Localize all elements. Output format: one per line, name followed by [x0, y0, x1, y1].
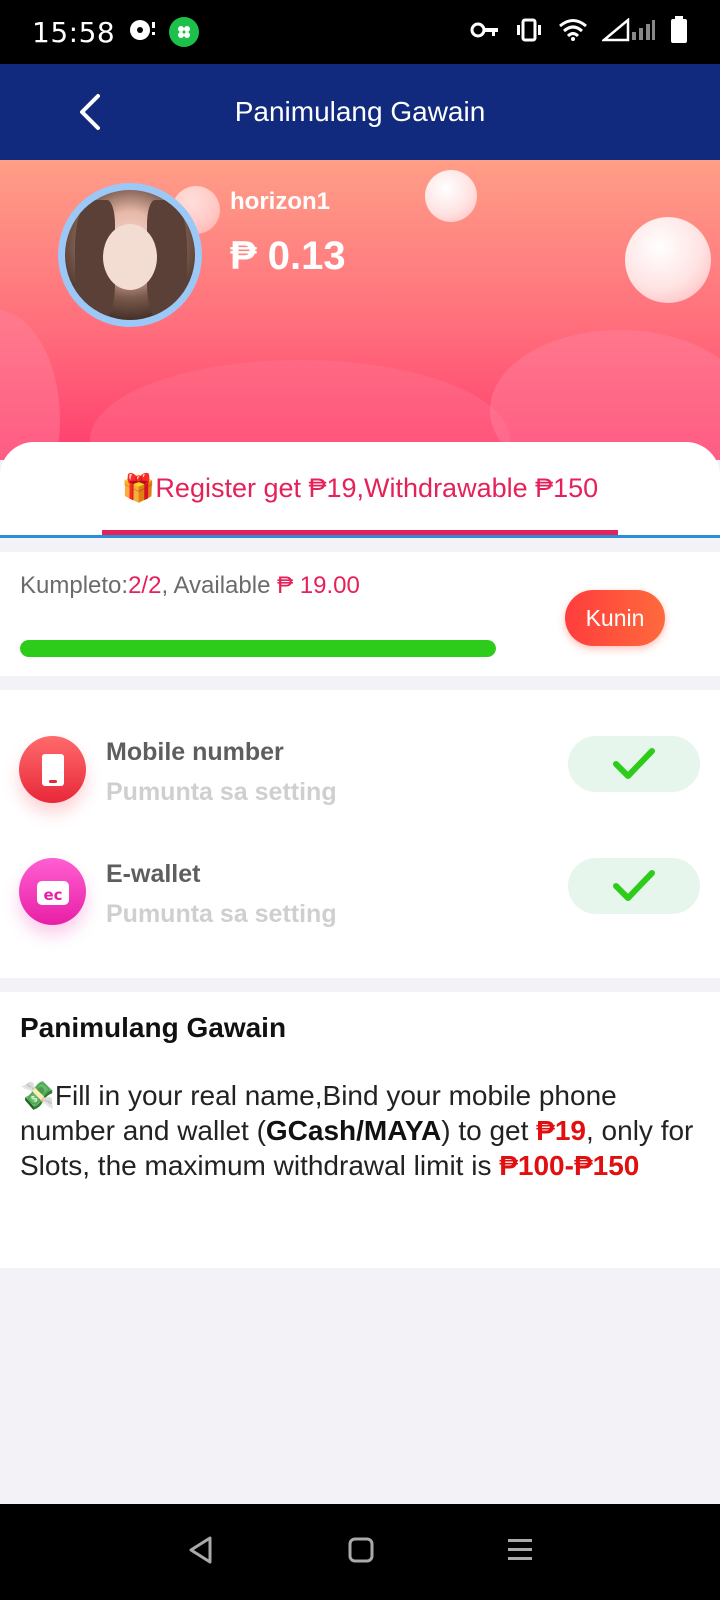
wallet-icon: ec — [19, 858, 86, 925]
check-icon — [613, 748, 655, 779]
task-title: E-wallet — [106, 860, 201, 888]
progress-count: 2/2 — [128, 572, 162, 599]
progress-card: Kumpleto:2/2, Available ₱ 19.00 Kunin — [0, 552, 720, 676]
withdraw-limit: ₱100-₱150 — [499, 1150, 640, 1181]
task-e-wallet[interactable]: ec E-wallet Pumunta sa setting — [0, 858, 720, 968]
available-label: , Available — [161, 572, 278, 599]
decor-blob — [490, 330, 720, 460]
description-text: 💸Fill in your real name,Bind your mobile… — [20, 1080, 694, 1181]
vibrate-icon — [514, 18, 544, 47]
description-title: Panimulang Gawain — [20, 1012, 287, 1043]
task-tab-bar: 🎁Register get ₱19,Withdrawable ₱150 — [0, 442, 720, 538]
task-list: Mobile number Pumunta sa setting ec E-wa… — [0, 690, 720, 978]
back-button[interactable] — [66, 88, 114, 136]
chevron-left-icon — [80, 94, 100, 130]
wallet-names: GCash/MAYA — [265, 1115, 442, 1146]
description-card: Panimulang Gawain 💸Fill in your real nam… — [0, 992, 720, 1268]
balance: ₱ 0.13 — [230, 234, 346, 278]
progress-bar-fill — [20, 640, 496, 657]
phone-icon — [19, 736, 86, 803]
battery-icon — [670, 15, 688, 49]
nav-home-icon[interactable] — [347, 1536, 375, 1569]
username: horizon1 — [230, 188, 330, 215]
signal-icon — [600, 16, 656, 47]
tab-active-indicator — [102, 530, 618, 535]
task-subtitle: Pumunta sa setting — [106, 900, 337, 928]
svg-text:ec: ec — [43, 886, 62, 904]
available-amount: ₱ 19.00 — [277, 572, 360, 599]
tab-register[interactable]: 🎁Register get ₱19,Withdrawable ₱150 — [0, 472, 720, 504]
decor-blob — [0, 310, 60, 460]
app-header: Panimulang Gawain — [0, 64, 720, 160]
nav-back-icon[interactable] — [186, 1535, 216, 1570]
decor-bubble — [625, 217, 711, 303]
profile-hero: horizon1 ₱ 0.13 — [0, 160, 720, 460]
system-nav-bar — [0, 1504, 720, 1600]
wifi-icon — [558, 18, 588, 47]
completed-badge — [568, 736, 700, 792]
check-icon — [613, 870, 655, 901]
status-time: 15:58 — [32, 15, 116, 49]
progress-bar — [20, 640, 496, 657]
vpn-key-icon — [470, 20, 500, 45]
nav-menu-icon[interactable] — [506, 1537, 534, 1568]
status-bar: 15:58 — [0, 0, 720, 64]
avatar — [58, 183, 202, 327]
decor-bubble — [425, 170, 477, 222]
avatar-image — [65, 190, 195, 320]
reward-amount: ₱19 — [536, 1115, 586, 1146]
progress-summary: Kumpleto:2/2, Available ₱ 19.00 — [20, 572, 360, 600]
task-subtitle: Pumunta sa setting — [106, 778, 337, 806]
progress-label: Kumpleto: — [20, 572, 129, 599]
task-mobile-number[interactable]: Mobile number Pumunta sa setting — [0, 736, 720, 846]
app-notification-icon — [169, 17, 200, 47]
task-title: Mobile number — [106, 738, 284, 766]
media-icon — [129, 18, 157, 47]
claim-button[interactable]: Kunin — [565, 590, 665, 646]
page-title: Panimulang Gawain — [234, 96, 486, 127]
completed-badge — [568, 858, 700, 914]
